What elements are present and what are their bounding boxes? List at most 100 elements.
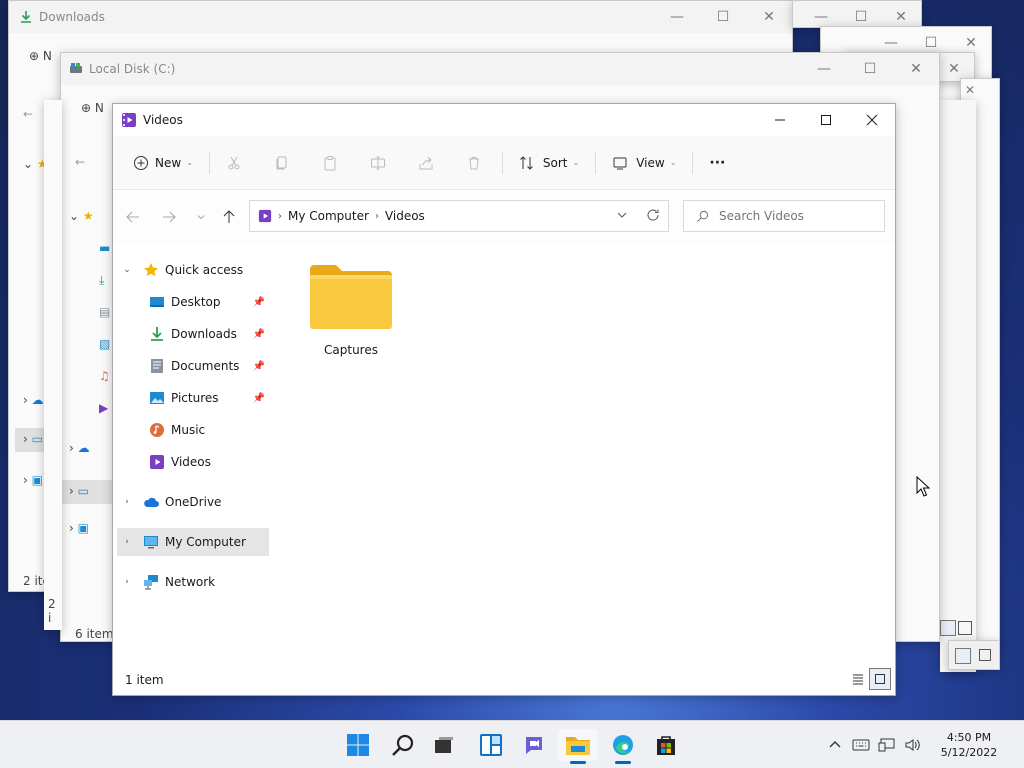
new-button[interactable]: ⊕ N [81, 101, 104, 115]
sidebar-item-label: Videos [171, 455, 211, 469]
sidebar-item-network[interactable]: › Network [121, 568, 275, 596]
search-input[interactable] [719, 209, 869, 223]
widgets-button[interactable] [471, 729, 511, 761]
chevron-down-icon[interactable]: ⌄ [121, 265, 133, 275]
back-button[interactable] [121, 205, 145, 229]
background-window-titlebar-1[interactable]: — ☐ ✕ [792, 0, 922, 28]
start-button[interactable] [338, 729, 378, 761]
close-icon [866, 114, 878, 126]
chevron-right-icon[interactable]: › [121, 537, 133, 547]
refresh-button[interactable] [646, 208, 660, 225]
network-item[interactable]: › ▣ [69, 521, 89, 535]
file-list[interactable]: Captures [275, 243, 895, 663]
sidebar-item-quick-access[interactable]: ⌄ Quick access [121, 256, 275, 284]
downloads-titlebar[interactable]: Downloads — ☐ ✕ [9, 1, 792, 33]
folder-item-captures[interactable]: Captures [295, 261, 407, 371]
view-button[interactable]: View ⌄ [604, 147, 684, 179]
item-count: 1 item [125, 673, 164, 687]
sidebar-item-label: My Computer [165, 535, 246, 549]
documents-icon: ▤ [99, 305, 111, 319]
task-view-button[interactable] [424, 729, 464, 761]
breadcrumb-my-computer[interactable]: My Computer [288, 209, 369, 223]
up-button[interactable] [217, 205, 241, 229]
my-computer-item[interactable]: › ▭ [61, 480, 113, 504]
sort-button[interactable]: Sort ⌄ [511, 147, 587, 179]
see-more-button[interactable]: ··· [701, 147, 733, 179]
chevron-right-icon[interactable]: › [121, 497, 133, 507]
close-button[interactable]: ✕ [881, 1, 921, 27]
maximize-button[interactable] [803, 104, 849, 136]
onedrive-expander[interactable]: › ☁ [69, 441, 90, 455]
address-dropdown-button[interactable] [616, 209, 628, 224]
store-button[interactable] [646, 729, 686, 761]
new-button[interactable]: New ⌄ [125, 147, 201, 179]
chevron-right-icon[interactable]: › [121, 577, 133, 587]
arrow-up-icon [223, 210, 235, 223]
sidebar-item-videos[interactable]: Videos [149, 448, 265, 476]
maximize-button[interactable]: ☐ [841, 1, 881, 27]
network-status-icon[interactable] [874, 737, 900, 753]
maximize-button[interactable]: ☐ [700, 1, 746, 33]
copy-button[interactable] [266, 147, 298, 179]
volume-icon[interactable] [900, 737, 926, 753]
sidebar-item-desktop[interactable]: Desktop 📌 [149, 288, 265, 316]
taskbar: 4:50 PM 5/12/2022 [0, 720, 1024, 768]
minimize-button[interactable]: — [801, 1, 841, 27]
search-box[interactable] [683, 200, 885, 232]
folder-icon [310, 265, 392, 329]
clock[interactable]: 4:50 PM 5/12/2022 [926, 730, 1012, 760]
sidebar-item-music[interactable]: Music [149, 416, 265, 444]
file-explorer-button[interactable] [558, 729, 598, 764]
computer-icon [143, 534, 159, 550]
close-button[interactable]: ✕ [746, 1, 792, 33]
delete-button[interactable] [458, 147, 490, 179]
back-button[interactable]: ← [23, 107, 33, 121]
onedrive-expander[interactable]: › ☁ [23, 393, 44, 407]
minimize-button[interactable]: — [654, 1, 700, 33]
pin-icon: 📌 [252, 296, 265, 308]
forward-button[interactable] [157, 205, 181, 229]
clipboard-icon [324, 155, 336, 170]
clock-time: 4:50 PM [946, 731, 992, 744]
window-title: Videos [143, 113, 183, 127]
new-button[interactable]: ⊕ N [29, 49, 52, 63]
rename-button[interactable] [362, 147, 394, 179]
search-button[interactable] [383, 729, 423, 761]
maximize-button[interactable]: ☐ [847, 53, 893, 85]
videos-window[interactable]: Videos New ⌄ Sort ⌄ View ⌄ ··· › My Comp… [112, 103, 896, 696]
toolbar-separator [208, 151, 210, 174]
chat-button[interactable] [514, 729, 554, 761]
titlebar[interactable]: Videos [113, 104, 895, 136]
keyboard-icon[interactable] [848, 738, 874, 752]
minimize-button[interactable] [757, 104, 803, 136]
chevron-down-icon [197, 215, 205, 220]
close-button[interactable] [849, 104, 895, 136]
breadcrumb-videos[interactable]: Videos [385, 209, 425, 223]
back-button[interactable]: ← [75, 155, 85, 169]
network-icon [143, 574, 159, 590]
details-view-button[interactable] [847, 668, 869, 690]
background-view-toggle[interactable] [948, 640, 1000, 670]
close-button[interactable]: ✕ [893, 53, 939, 85]
share-button[interactable] [410, 147, 442, 179]
large-icons-view-button[interactable] [869, 668, 891, 690]
cut-button[interactable] [218, 147, 250, 179]
paste-button[interactable] [314, 147, 346, 179]
address-bar[interactable]: › My Computer › Videos [249, 200, 669, 232]
sidebar-item-label: Pictures [171, 391, 219, 405]
star-icon [143, 262, 159, 278]
network-item[interactable]: › ▣ [23, 473, 43, 487]
sidebar-item-downloads[interactable]: Downloads 📌 [149, 320, 265, 348]
local-disk-titlebar[interactable]: Local Disk (C:) — ☐ ✕ [61, 53, 939, 85]
minimize-button[interactable]: — [801, 53, 847, 85]
sidebar-item-documents[interactable]: Documents 📌 [149, 352, 265, 380]
scissors-icon [228, 156, 240, 169]
task-view-icon [435, 737, 453, 753]
show-hidden-icons-button[interactable] [822, 738, 848, 752]
close-button[interactable]: ✕ [965, 83, 975, 97]
sidebar-item-onedrive[interactable]: › OneDrive [121, 488, 275, 516]
recent-locations-button[interactable] [189, 205, 213, 229]
sidebar-item-my-computer[interactable]: › My Computer [117, 528, 269, 556]
sidebar-item-pictures[interactable]: Pictures 📌 [149, 384, 265, 412]
edge-button[interactable] [603, 729, 643, 764]
